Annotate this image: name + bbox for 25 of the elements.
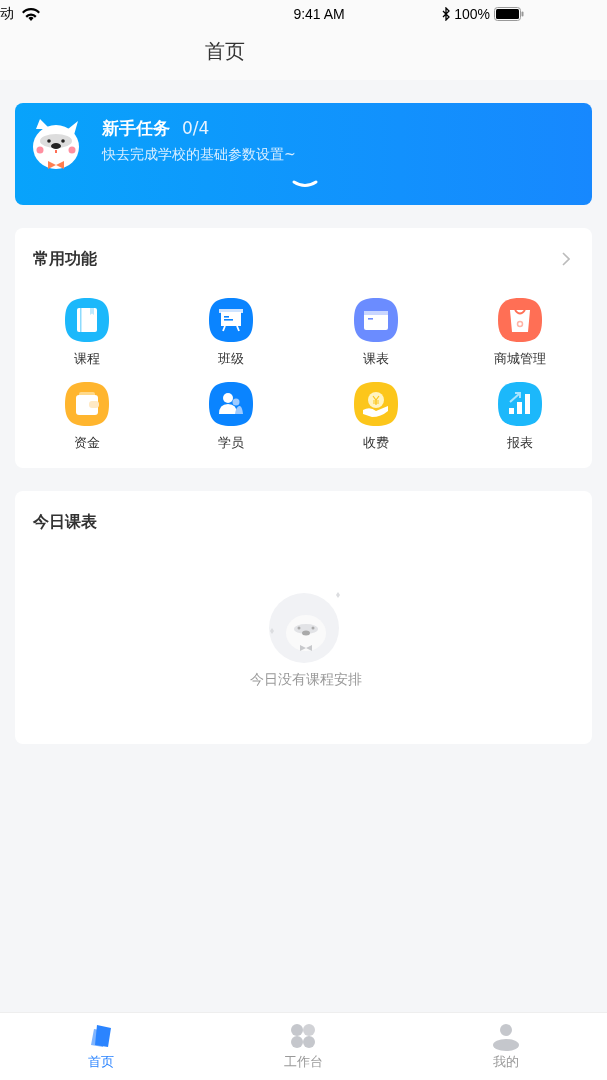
function-item[interactable]: 商城管理	[447, 298, 592, 368]
function-item[interactable]: 学员	[159, 382, 304, 452]
function-item[interactable]: 课表	[303, 298, 448, 368]
chevron-down-icon	[292, 180, 318, 188]
function-item[interactable]: 收费	[303, 382, 448, 452]
task-subtitle: 快去完成学校的基础参数设置~	[102, 146, 296, 164]
user-icon	[492, 1023, 519, 1051]
section-title: 常用功能	[33, 248, 97, 270]
grid-icon	[290, 1023, 317, 1051]
section-title: 今日课表	[33, 511, 97, 533]
page-title: 首页	[205, 37, 245, 65]
function-item[interactable]: 资金	[15, 382, 160, 452]
status-time: 9:41 AM	[293, 6, 345, 22]
function-item[interactable]: 报表	[447, 382, 592, 452]
empty-state-text: 今日没有课程安排	[249, 671, 362, 689]
bluetooth-icon	[442, 7, 451, 21]
wifi-icon	[22, 7, 40, 21]
function-item[interactable]: 课程	[15, 298, 160, 368]
tab-item[interactable]: 首页	[0, 1013, 203, 1080]
carrier-text: 动	[0, 5, 14, 23]
battery-percent: 100%	[454, 6, 490, 22]
function-item[interactable]: 班级	[159, 298, 304, 368]
task-title: 新手任务	[102, 117, 170, 140]
chevron-right-icon	[562, 252, 570, 266]
battery-icon	[494, 7, 524, 21]
